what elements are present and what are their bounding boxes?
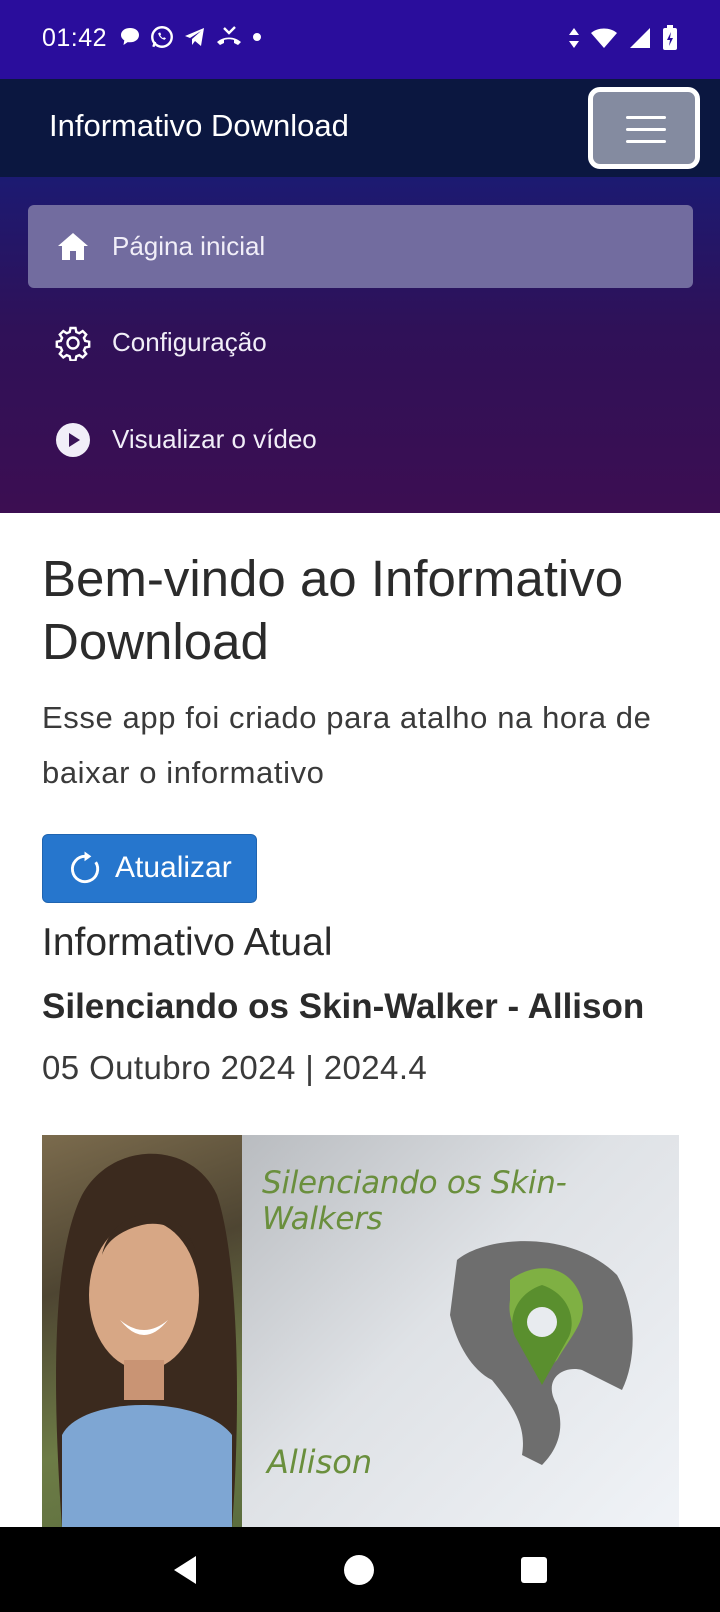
system-navigation-bar [0, 1527, 720, 1612]
refresh-icon [70, 851, 100, 884]
refresh-button-label: Atualizar [115, 851, 232, 884]
notification-icons [118, 24, 264, 50]
wifi-icon [591, 28, 617, 48]
menu-toggle-button[interactable] [588, 87, 700, 169]
refresh-button[interactable]: Atualizar [42, 834, 257, 903]
signal-icon [630, 28, 650, 48]
informativo-banner-image[interactable]: Silenciando os Skin-Walkers Allison [42, 1135, 679, 1528]
missed-call-icon [217, 26, 241, 45]
portrait-photo [42, 1135, 242, 1528]
navbar-brand[interactable]: Informativo Download [49, 108, 349, 144]
home-circle-icon[interactable] [343, 1554, 375, 1586]
page-title: Bem-vindo ao Informativo Download [42, 550, 624, 670]
page-lead: Esse app foi criado para atalho na hora … [42, 700, 652, 790]
nav-item-label: Visualizar o vídeo [112, 424, 317, 454]
person-illustration [56, 1153, 237, 1528]
informativo-date: 05 Outubro 2024 | 2024.4 [42, 1049, 428, 1086]
back-icon[interactable] [170, 1554, 202, 1586]
data-arrows-icon [569, 28, 579, 48]
gear-icon [55, 326, 91, 361]
system-status-icons [568, 25, 678, 51]
nav-menu: Página inicial Configuração Visualizar o… [0, 177, 720, 513]
home-icon [58, 233, 88, 260]
nav-item-pagina-inicial[interactable]: Página inicial [28, 205, 693, 288]
dot-icon [253, 33, 261, 41]
nav-item-visualizar-video[interactable]: Visualizar o vídeo [28, 398, 693, 481]
status-bar: 01:42 [0, 0, 720, 79]
chat-bubble-icon [121, 28, 139, 45]
whatsapp-icon [151, 26, 173, 48]
informativo-title: Silenciando os Skin-Walker - Allison [42, 987, 645, 1026]
telegram-icon [185, 28, 204, 46]
section-title: Informativo Atual [42, 921, 333, 964]
nav-item-label: Página inicial [112, 231, 266, 261]
nav-item-label: Configuração [112, 327, 267, 357]
top-navbar: Informativo Download [0, 79, 720, 177]
battery-icon [663, 25, 677, 50]
banner-name: Allison [267, 1443, 373, 1481]
status-time: 01:42 [42, 24, 108, 52]
play-circle-icon [56, 423, 90, 457]
recents-icon[interactable] [520, 1556, 548, 1584]
nav-item-configuracao[interactable]: Configuração [28, 301, 693, 384]
banner-title: Silenciando os Skin-Walkers [262, 1165, 567, 1237]
